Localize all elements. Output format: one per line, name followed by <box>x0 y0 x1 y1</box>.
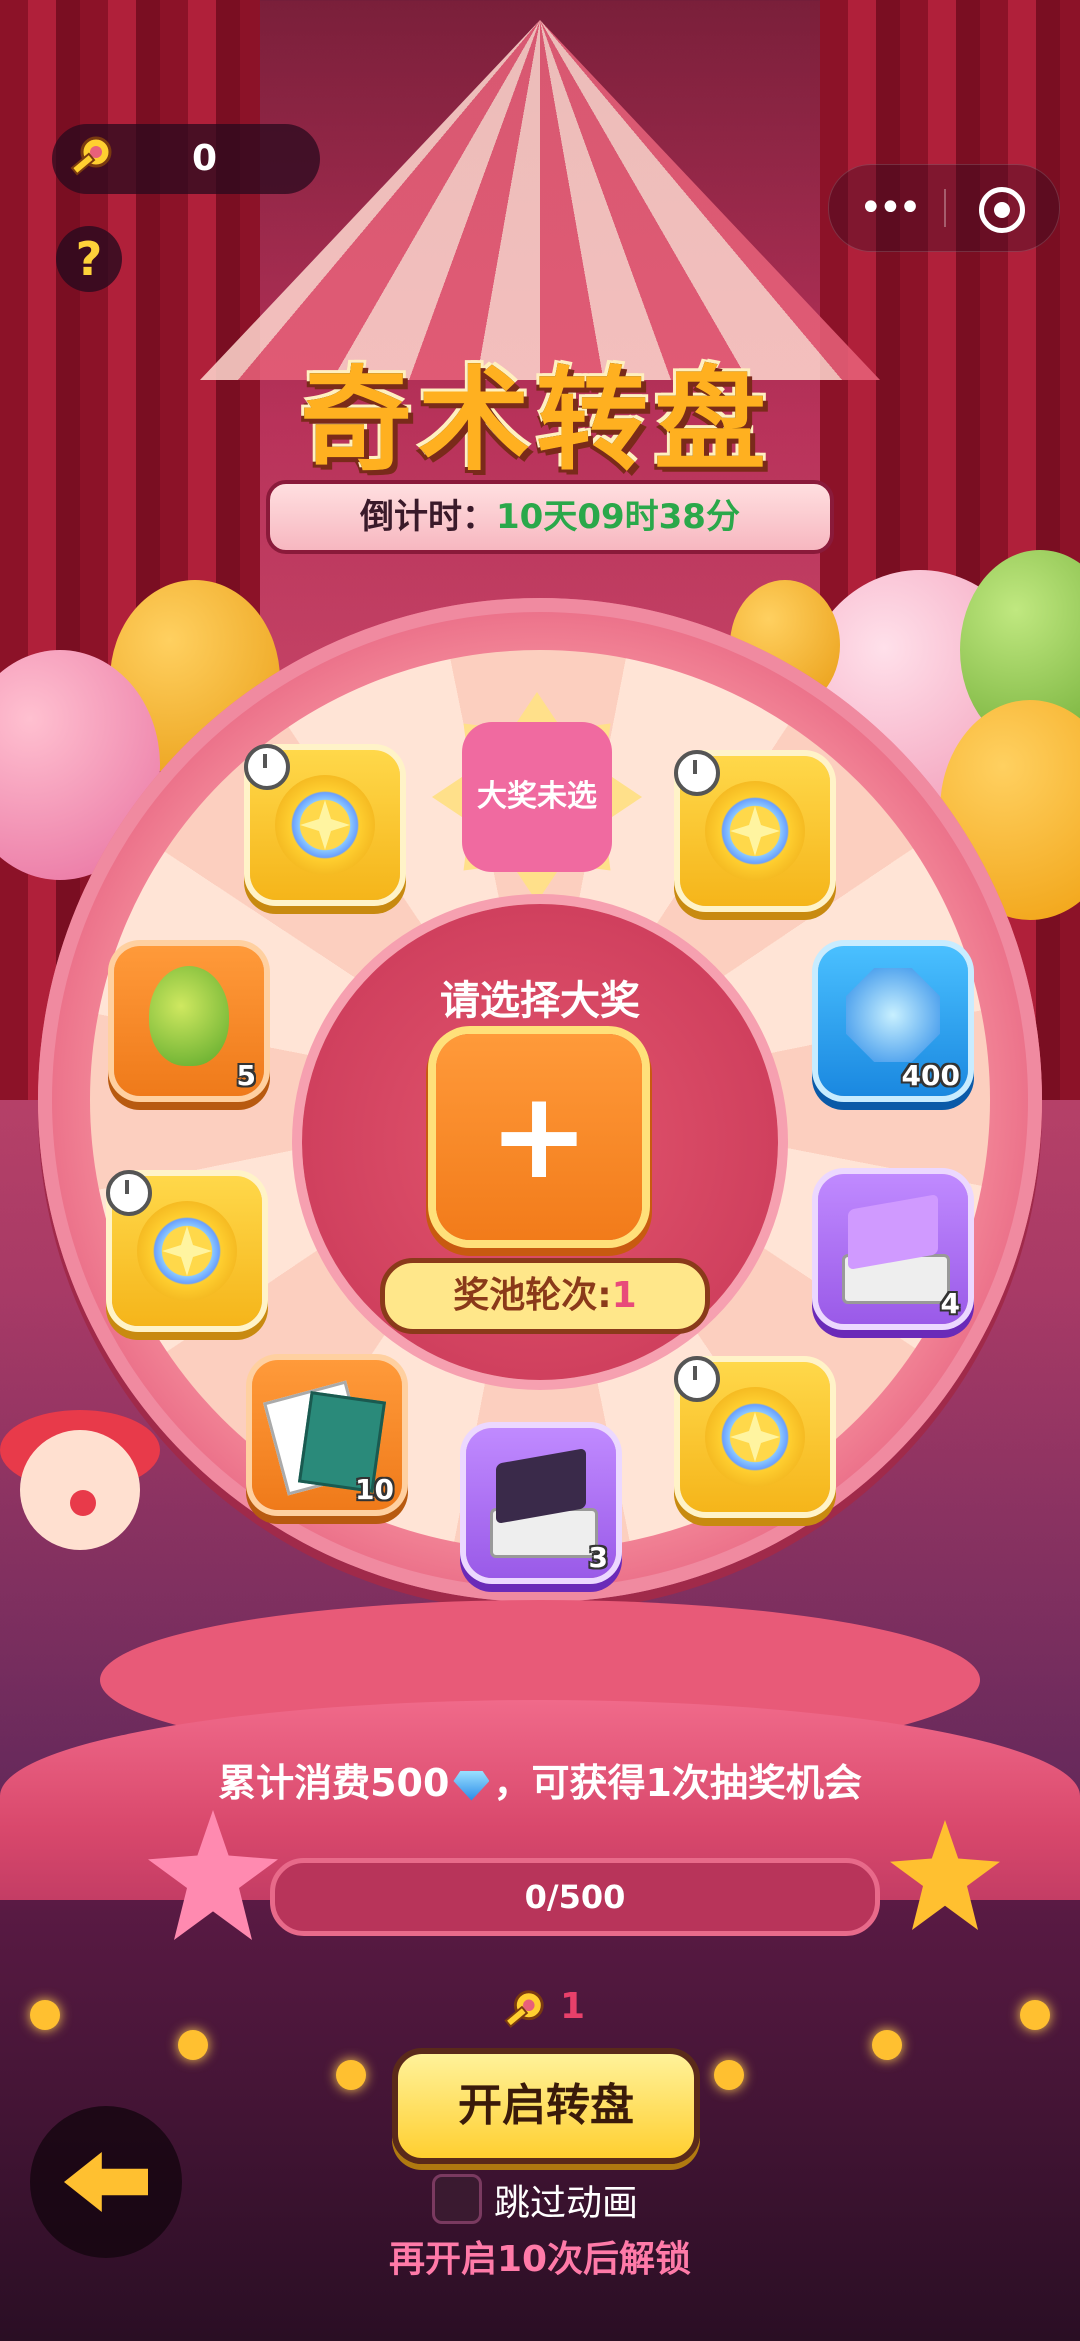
clown-decoration <box>0 1380 170 1600</box>
compass-icon <box>275 775 375 875</box>
back-arrow-icon <box>64 2152 148 2212</box>
clown-nose <box>70 1490 96 1516</box>
countdown-value: 10天09时38分 <box>496 497 740 537</box>
stage-light <box>178 2030 208 2060</box>
back-button[interactable] <box>30 2106 182 2258</box>
help-button[interactable]: ? <box>56 226 122 292</box>
progress-rule-before: 累计消费500 <box>218 1761 450 1805</box>
prize-item-dark-cube[interactable]: 3 <box>466 1428 616 1578</box>
spin-cost: 1 <box>500 1984 600 2044</box>
progress-bar: 0/500 <box>270 1858 880 1936</box>
select-grand-prize-button[interactable]: + <box>436 1034 642 1240</box>
prize-item-compass[interactable] <box>674 1356 830 1512</box>
item-quantity: 10 <box>355 1473 394 1506</box>
question-icon: ? <box>75 232 103 286</box>
plus-icon: + <box>488 1067 590 1206</box>
prize-item-compass[interactable] <box>244 744 400 900</box>
item-quantity: 5 <box>236 1059 256 1092</box>
skip-animation-toggle[interactable]: 跳过动画 <box>432 2168 672 2224</box>
skip-animation-label: 跳过动画 <box>494 2183 639 2224</box>
clock-icon <box>674 750 720 796</box>
clock-icon <box>106 1170 152 1216</box>
clock-icon <box>244 744 290 790</box>
diamond-icon <box>453 1770 490 1801</box>
clock-icon <box>674 1356 720 1402</box>
item-quantity: 3 <box>588 1541 608 1574</box>
unlock-hint: 再开启10次后解锁 <box>388 2239 692 2280</box>
compass-icon <box>137 1201 237 1301</box>
key-icon <box>504 1990 544 2028</box>
prize-item-compass[interactable] <box>106 1170 262 1326</box>
grand-prize-label: 大奖未选 <box>462 722 612 872</box>
stage-light <box>336 2060 366 2090</box>
round-value: 1 <box>611 1275 637 1316</box>
key-counter: 0 <box>52 124 320 194</box>
mini-program-capsule: ••• <box>828 164 1060 252</box>
stage-light <box>1020 2000 1050 2030</box>
key-count: 0 <box>192 138 218 179</box>
progress-value: 0/500 <box>524 1878 626 1916</box>
compass-icon <box>705 1387 805 1487</box>
tent-top <box>200 20 880 380</box>
progress-rule: 累计消费500 ，可获得1次抽奖机会 <box>0 1752 1080 1807</box>
stage-light <box>872 2030 902 2060</box>
compass-icon <box>705 781 805 881</box>
pool-round: 奖池轮次:1 <box>380 1258 710 1334</box>
event-title: 奇术转盘 <box>300 356 772 486</box>
countdown: 倒计时：10天09时38分 <box>266 480 834 554</box>
prize-item-purple-cube[interactable]: 4 <box>818 1174 968 1324</box>
countdown-label: 倒计时： <box>360 497 497 537</box>
stage-light <box>714 2060 744 2090</box>
prize-item-compass[interactable] <box>674 750 830 906</box>
select-prize-title: 请选择大奖 <box>440 978 640 1024</box>
target-close-icon[interactable] <box>979 187 1025 233</box>
round-label: 奖池轮次: <box>453 1275 612 1316</box>
progress-rule-after: ，可获得1次抽奖机会 <box>493 1761 862 1805</box>
prize-item-book[interactable]: 10 <box>252 1360 402 1510</box>
grand-prize-slot[interactable]: 大奖未选 <box>432 692 642 902</box>
spin-cost-value: 1 <box>560 1986 586 2027</box>
item-quantity: 4 <box>940 1287 960 1320</box>
skip-animation-checkbox[interactable] <box>432 2174 482 2224</box>
event-title-block: 奇术转盘 倒计时：10天09时38分 <box>246 330 834 554</box>
item-quantity: 400 <box>901 1059 960 1092</box>
stage-light <box>30 2000 60 2030</box>
more-dots-icon[interactable]: ••• <box>859 185 922 231</box>
key-icon <box>70 136 112 176</box>
capsule-divider <box>944 189 946 227</box>
start-wheel-button[interactable]: 开启转盘 <box>392 2048 700 2164</box>
